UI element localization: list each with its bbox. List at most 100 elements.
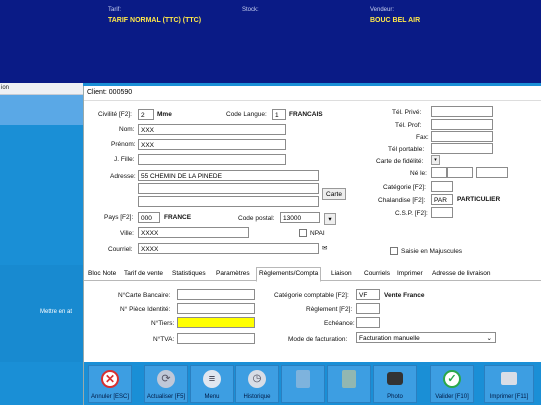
email-send-icon[interactable]: ✉ — [322, 244, 327, 252]
civilite-label: Civilité [F2]: — [98, 111, 132, 118]
bottom-toolbar: ✕ Annuler [ESC] ⟳ Actualiser [F5] ≡ Menu… — [84, 362, 541, 405]
tab-bloc-note[interactable]: Bloc Note — [86, 268, 118, 280]
chalandise-value: PARTICULIER — [457, 196, 501, 203]
modifier-button[interactable] — [327, 365, 371, 403]
csp-input[interactable] — [431, 207, 453, 218]
photo-button[interactable]: Photo — [373, 365, 417, 403]
carte-fidelite-label: Carte de fidélité: — [376, 158, 424, 165]
left-selected-row[interactable] — [0, 95, 83, 125]
tiers-input[interactable] — [177, 317, 255, 328]
photo-label: Photo — [387, 394, 403, 400]
annuler-button[interactable]: ✕ Annuler [ESC] — [88, 365, 132, 403]
left-panel-header: ion — [0, 83, 83, 95]
ville-input[interactable]: XXXX — [138, 227, 249, 238]
supprimer-button[interactable] — [281, 365, 325, 403]
civilite-code-input[interactable]: 2 — [138, 109, 154, 120]
adresse-line2-input[interactable] — [138, 183, 319, 194]
code-postal-label: Code postal: — [238, 215, 275, 222]
code-langue-value: FRANCAIS — [289, 111, 323, 118]
mode-facturation-value: Facturation manuelle — [359, 335, 420, 342]
tab-parametres[interactable]: Paramètres — [214, 268, 252, 280]
mettre-en-attente-text: Mettre en at — [40, 309, 73, 315]
left-header-text: ion — [1, 85, 10, 91]
tel-prof-input[interactable] — [431, 119, 493, 130]
imprimer-label: Imprimer [F11] — [489, 394, 529, 400]
jfille-label: J. Fille: — [114, 156, 135, 163]
tab-statistiques[interactable]: Statistiques — [170, 268, 208, 280]
ville-label: Ville: — [120, 230, 134, 237]
categorie-input[interactable] — [431, 181, 453, 192]
tel-portable-input[interactable] — [431, 143, 493, 154]
pays-label: Pays [F2]: — [104, 214, 134, 221]
code-postal-input[interactable]: 13000 — [280, 212, 320, 223]
mode-facturation-select[interactable]: Facturation manuelle ⌄ — [356, 332, 496, 343]
pays-value: FRANCE — [164, 214, 192, 221]
chevron-down-icon: ⌄ — [486, 335, 492, 342]
piece-identite-input[interactable] — [177, 303, 255, 314]
tarif-label: Tarif: — [108, 7, 122, 13]
tel-prive-label: Tél. Privé: — [392, 109, 422, 116]
menu-icon: ≡ — [203, 370, 221, 388]
left-waiting-area[interactable]: Mettre en at — [0, 265, 83, 362]
valider-button[interactable]: ✓ Valider [F10] — [430, 365, 474, 403]
carte-bancaire-label: N°Carte Bancaire: — [118, 292, 171, 299]
tab-adresse-livraison[interactable]: Adresse de livraison — [430, 268, 493, 280]
reglement-input[interactable] — [356, 303, 380, 314]
chalandise-code-input[interactable]: PAR — [431, 194, 453, 205]
edit-icon — [342, 370, 356, 388]
carte-fidelite-dropdown[interactable]: ▾ — [431, 155, 440, 165]
tab-imprimer[interactable]: Imprimer — [395, 268, 425, 280]
menu-button[interactable]: ≡ Menu — [190, 365, 234, 403]
courriel-input[interactable]: XXXX — [138, 243, 319, 254]
prenom-input[interactable]: XXX — [138, 139, 286, 150]
imprimer-button[interactable]: Imprimer [F11] — [484, 365, 534, 403]
fax-input[interactable] — [431, 131, 493, 142]
echeance-input[interactable] — [356, 317, 380, 328]
actualiser-button[interactable]: ⟳ Actualiser [F5] — [144, 365, 188, 403]
adresse-label: Adresse: — [110, 173, 136, 180]
piece-identite-label: N° Pièce Identité: — [120, 306, 171, 313]
birth-day-input[interactable] — [431, 167, 447, 178]
fax-label: Fax: — [416, 134, 429, 141]
annuler-label: Annuler [ESC] — [90, 394, 130, 400]
tab-liaison[interactable]: Liaison — [329, 268, 354, 280]
nom-label: Nom: — [119, 126, 135, 133]
pays-code-input[interactable]: 000 — [138, 212, 160, 223]
tab-tarif-de-vente[interactable]: Tarif de vente — [122, 268, 165, 280]
delete-icon — [296, 370, 310, 388]
nom-input[interactable]: XXX — [138, 124, 286, 135]
birth-year-input[interactable] — [476, 167, 508, 178]
code-postal-dropdown-button[interactable]: ▾ — [324, 213, 336, 225]
tab-reglements-compta[interactable]: Règlements/Compta — [256, 267, 322, 282]
birth-month-input[interactable] — [447, 167, 473, 178]
header-banner: Tarif: TARIF NORMAL (TTC) (TTC) Stock: V… — [0, 0, 541, 83]
npai-label: NPAI — [310, 230, 325, 237]
tel-prive-input[interactable] — [431, 106, 493, 117]
stock-label: Stock: — [242, 7, 259, 13]
tva-input[interactable] — [177, 333, 255, 344]
client-dialog: Client: 000590 Civilité [F2]: 2 Mme Code… — [83, 86, 541, 405]
carte-bancaire-input[interactable] — [177, 289, 255, 300]
cat-comptable-input[interactable]: VF — [356, 289, 380, 300]
civilite-value: Mme — [157, 111, 172, 118]
code-langue-label: Code Langue: — [226, 111, 267, 118]
tab-courriels[interactable]: Courriels — [362, 268, 392, 280]
npai-checkbox[interactable] — [299, 229, 307, 237]
tel-portable-label: Tél portable: — [388, 146, 425, 153]
cat-comptable-label: Catégorie comptable [F2]: — [274, 292, 349, 299]
tva-label: N°TVA: — [153, 336, 175, 343]
adresse-line1-input[interactable]: 55 CHEMIN DE LA PINEDE — [138, 170, 319, 181]
jfille-input[interactable] — [138, 154, 286, 165]
vendeur-label: Vendeur: — [370, 7, 395, 13]
cancel-icon: ✕ — [101, 370, 119, 388]
check-icon: ✓ — [443, 370, 461, 388]
dialog-titlebar: Client: 000590 — [84, 86, 541, 101]
code-langue-input[interactable]: 1 — [272, 109, 286, 120]
historique-button[interactable]: ◷ Historique — [235, 365, 279, 403]
saisie-majuscules-label: Saisie en Majuscules — [401, 248, 463, 255]
history-icon: ◷ — [248, 370, 266, 388]
adresse-line3-input[interactable] — [138, 196, 319, 207]
carte-button[interactable]: Carte — [322, 188, 346, 200]
saisie-majuscules-checkbox[interactable] — [390, 247, 398, 255]
camera-icon — [387, 372, 403, 385]
